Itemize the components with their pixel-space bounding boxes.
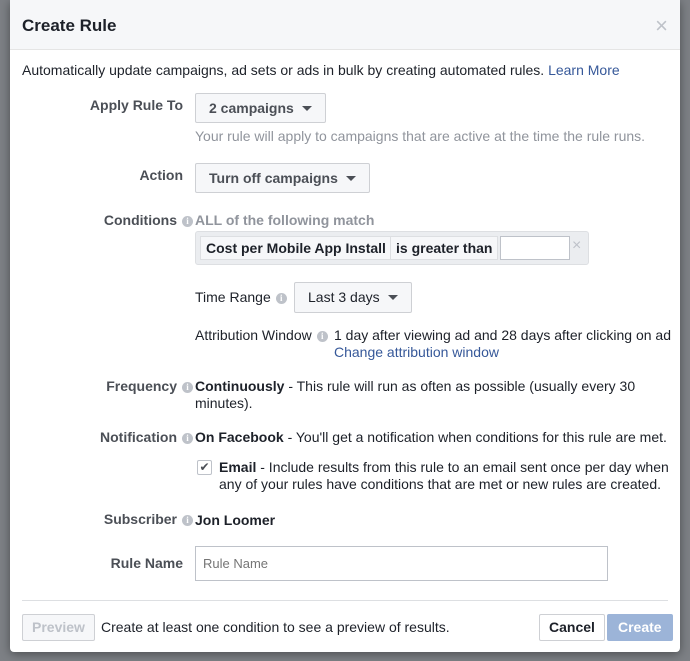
info-icon[interactable]: i xyxy=(182,515,193,526)
dialog-title: Create Rule xyxy=(22,16,117,35)
info-icon[interactable]: i xyxy=(182,216,193,227)
learn-more-link[interactable]: Learn More xyxy=(548,62,620,78)
notification-value: On Facebook - You'll get a notification … xyxy=(195,429,667,445)
close-icon[interactable]: × xyxy=(655,13,668,39)
email-desc-2: any of your rules have conditions that a… xyxy=(219,476,662,492)
subscriber-label-text: Subscriber xyxy=(103,511,177,527)
preview-hint: Create at least one condition to see a p… xyxy=(101,619,450,635)
condition-row: Cost per Mobile App Install is greater t… xyxy=(195,231,589,265)
cancel-button[interactable]: Cancel xyxy=(539,614,605,641)
info-icon[interactable]: i xyxy=(182,433,193,444)
email-label: Email xyxy=(219,459,257,475)
frequency-label-text: Frequency xyxy=(106,378,177,394)
attribution-value: 1 day after viewing ad and 28 days after… xyxy=(334,327,671,343)
conditions-label: Conditions i xyxy=(20,212,193,228)
caret-down-icon xyxy=(345,176,356,181)
time-range-label: Time Range i xyxy=(195,289,287,305)
subscriber-label: Subscriber i xyxy=(20,511,193,527)
create-rule-dialog: Create Rule × Automatically update campa… xyxy=(10,0,680,652)
dialog-header: Create Rule × xyxy=(10,0,680,50)
preview-button[interactable]: Preview xyxy=(22,614,95,641)
subscriber-value: Jon Loomer xyxy=(195,512,276,528)
time-range-dropdown[interactable]: Last 3 days xyxy=(294,282,412,313)
condition-operator[interactable]: is greater than xyxy=(390,236,499,260)
email-option: Email - Include results from this rule t… xyxy=(219,459,669,493)
attribution-label-text: Attribution Window xyxy=(195,327,312,343)
action-label: Action xyxy=(139,167,183,183)
email-checkbox[interactable]: ✔ xyxy=(197,460,212,475)
caret-down-icon xyxy=(301,106,312,111)
footer-divider xyxy=(22,600,668,601)
condition-value-input[interactable] xyxy=(500,236,570,260)
info-icon[interactable]: i xyxy=(316,331,328,342)
intro-text: Automatically update campaigns, ad sets … xyxy=(22,62,545,78)
frequency-desc-1: - This rule will run as often as possibl… xyxy=(284,378,636,394)
frequency-mode: Continuously xyxy=(195,378,285,394)
change-attribution-link[interactable]: Change attribution window xyxy=(334,344,499,360)
notification-label-text: Notification xyxy=(100,429,177,445)
condition-metric[interactable]: Cost per Mobile App Install xyxy=(200,236,392,260)
notification-label: Notification i xyxy=(20,429,193,445)
notification-mode: On Facebook xyxy=(195,429,284,445)
remove-condition-icon[interactable]: × xyxy=(572,237,581,255)
apply-rule-value: 2 campaigns xyxy=(209,100,294,116)
time-range-label-text: Time Range xyxy=(195,289,271,305)
caret-down-icon xyxy=(387,295,398,300)
action-dropdown[interactable]: Turn off campaigns xyxy=(195,163,370,193)
intro: Automatically update campaigns, ad sets … xyxy=(22,62,620,78)
info-icon[interactable]: i xyxy=(275,293,287,304)
apply-rule-label: Apply Rule To xyxy=(89,97,183,113)
conditions-label-text: Conditions xyxy=(103,212,177,228)
rule-name-input[interactable] xyxy=(195,546,608,581)
conditions-match: ALL of the following match xyxy=(195,212,375,228)
attribution-label: Attribution Window i xyxy=(195,327,328,343)
rule-name-label: Rule Name xyxy=(110,555,183,571)
frequency-desc-2: minutes). xyxy=(195,395,253,411)
action-value: Turn off campaigns xyxy=(209,170,338,186)
frequency-value: Continuously - This rule will run as oft… xyxy=(195,378,635,412)
notification-desc: - You'll get a notification when conditi… xyxy=(283,429,667,445)
time-range-value: Last 3 days xyxy=(308,289,380,305)
create-button[interactable]: Create xyxy=(607,614,673,641)
info-icon[interactable]: i xyxy=(182,382,193,393)
apply-rule-dropdown[interactable]: 2 campaigns xyxy=(195,93,326,123)
email-desc-1: - Include results from this rule to an e… xyxy=(256,459,669,475)
frequency-label: Frequency i xyxy=(20,378,193,394)
apply-rule-help: Your rule will apply to campaigns that a… xyxy=(195,128,646,144)
